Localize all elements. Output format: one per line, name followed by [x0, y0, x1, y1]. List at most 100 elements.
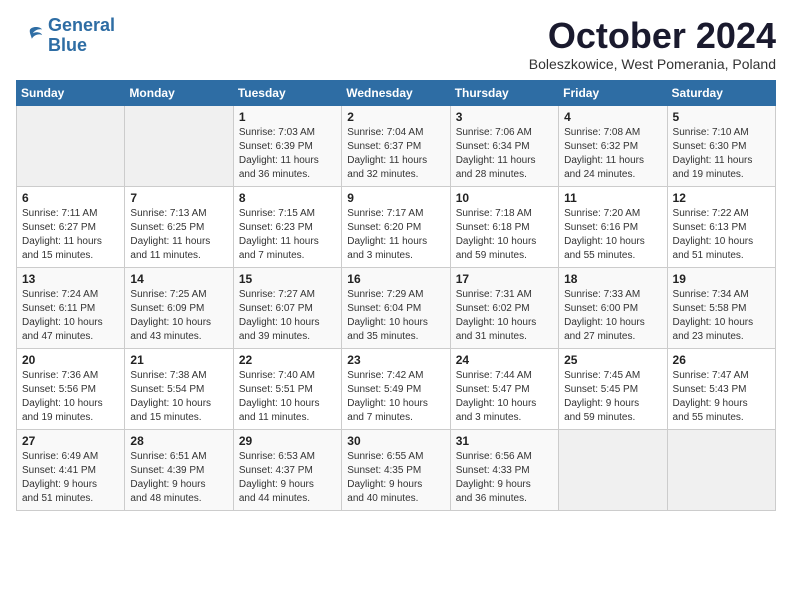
day-number: 17	[456, 272, 553, 286]
day-number: 9	[347, 191, 444, 205]
week-row-3: 13 Sunrise: 7:24 AM Sunset: 6:11 PM Dayli…	[17, 267, 776, 348]
day-number: 22	[239, 353, 336, 367]
day-number: 14	[130, 272, 227, 286]
cell-week2-day0: 6 Sunrise: 7:11 AM Sunset: 6:27 PM Daylig…	[17, 186, 125, 267]
day-number: 21	[130, 353, 227, 367]
cell-week3-day5: 18 Sunrise: 7:33 AM Sunset: 6:00 PM Dayli…	[559, 267, 667, 348]
day-number: 4	[564, 110, 661, 124]
day-number: 15	[239, 272, 336, 286]
week-row-1: 1 Sunrise: 7:03 AM Sunset: 6:39 PM Daylig…	[17, 105, 776, 186]
day-number: 13	[22, 272, 119, 286]
day-number: 23	[347, 353, 444, 367]
cell-content: Sunrise: 7:44 AM Sunset: 5:47 PM Dayligh…	[456, 369, 553, 425]
cell-week3-day3: 16Sunrise: 7:29 AM Sunset: 6:04 PM Dayli…	[342, 267, 450, 348]
cell-content: Sunrise: 7:36 AM Sunset: 5:56 PM Dayligh…	[22, 369, 119, 425]
cell-week5-day3: 30 Sunrise: 6:55 AM Sunset: 4:35 PM Dayli…	[342, 429, 450, 510]
cell-week1-day6: 5 Sunrise: 7:10 AM Sunset: 6:30 PM Daylig…	[667, 105, 775, 186]
day-number: 26	[673, 353, 770, 367]
cell-content: Sunrise: 7:40 AM Sunset: 5:51 PM Dayligh…	[239, 369, 336, 425]
day-number: 11	[564, 191, 661, 205]
calendar-table: Sunday Monday Tuesday Wednesday Thursday…	[16, 80, 776, 511]
logo: General Blue	[16, 16, 115, 56]
cell-content: Sunrise: 7:13 AM Sunset: 6:25 PM Dayligh…	[130, 207, 227, 263]
day-number: 24	[456, 353, 553, 367]
cell-content: Sunrise: 7:34 AM Sunset: 5:58 PM Dayligh…	[673, 288, 770, 344]
cell-content: Sunrise: 7:24 AM Sunset: 6:11 PM Dayligh…	[22, 288, 119, 344]
cell-week5-day4: 31 Sunrise: 6:56 AM Sunset: 4:33 PM Dayli…	[450, 429, 558, 510]
cell-week2-day2: 8 Sunrise: 7:15 AM Sunset: 6:23 PM Daylig…	[233, 186, 341, 267]
cell-content: Sunrise: 7:04 AM Sunset: 6:37 PM Dayligh…	[347, 126, 444, 182]
cell-content: Sunrise: 7:06 AM Sunset: 6:34 PM Dayligh…	[456, 126, 553, 182]
day-number: 7	[130, 191, 227, 205]
cell-content: Sunrise: 7:11 AM Sunset: 6:27 PM Dayligh…	[22, 207, 119, 263]
cell-week5-day2: 29 Sunrise: 6:53 AM Sunset: 4:37 PM Dayli…	[233, 429, 341, 510]
day-number: 20	[22, 353, 119, 367]
day-number: 25	[564, 353, 661, 367]
cell-content: Sunrise: 7:20 AM Sunset: 6:16 PM Dayligh…	[564, 207, 661, 263]
day-number: 12	[673, 191, 770, 205]
cell-week1-day3: 2 Sunrise: 7:04 AM Sunset: 6:37 PM Daylig…	[342, 105, 450, 186]
cell-content: Sunrise: 7:22 AM Sunset: 6:13 PM Dayligh…	[673, 207, 770, 263]
logo-bird-icon	[16, 22, 44, 50]
cell-week2-day1: 7 Sunrise: 7:13 AM Sunset: 6:25 PM Daylig…	[125, 186, 233, 267]
cell-week5-day5	[559, 429, 667, 510]
cell-content: Sunrise: 7:15 AM Sunset: 6:23 PM Dayligh…	[239, 207, 336, 263]
day-number: 27	[22, 434, 119, 448]
cell-week4-day1: 21 Sunrise: 7:38 AM Sunset: 5:54 PM Dayli…	[125, 348, 233, 429]
day-number: 5	[673, 110, 770, 124]
day-number: 28	[130, 434, 227, 448]
cell-week4-day6: 26 Sunrise: 7:47 AM Sunset: 5:43 PM Dayli…	[667, 348, 775, 429]
col-saturday: Saturday	[667, 80, 775, 105]
cell-content: Sunrise: 7:18 AM Sunset: 6:18 PM Dayligh…	[456, 207, 553, 263]
cell-week3-day2: 15Sunrise: 7:27 AM Sunset: 6:07 PM Dayli…	[233, 267, 341, 348]
cell-week1-day4: 3Sunrise: 7:06 AM Sunset: 6:34 PM Daylig…	[450, 105, 558, 186]
day-number: 29	[239, 434, 336, 448]
col-tuesday: Tuesday	[233, 80, 341, 105]
week-row-5: 27 Sunrise: 6:49 AM Sunset: 4:41 PM Dayli…	[17, 429, 776, 510]
day-number: 8	[239, 191, 336, 205]
cell-content: Sunrise: 7:03 AM Sunset: 6:39 PM Dayligh…	[239, 126, 336, 182]
logo-line2: Blue	[48, 35, 87, 55]
month-title: October 2024	[529, 16, 776, 56]
day-number: 30	[347, 434, 444, 448]
cell-week1-day1	[125, 105, 233, 186]
week-row-2: 6 Sunrise: 7:11 AM Sunset: 6:27 PM Daylig…	[17, 186, 776, 267]
cell-content: Sunrise: 6:53 AM Sunset: 4:37 PM Dayligh…	[239, 450, 336, 506]
cell-content: Sunrise: 6:51 AM Sunset: 4:39 PM Dayligh…	[130, 450, 227, 506]
cell-content: Sunrise: 7:47 AM Sunset: 5:43 PM Dayligh…	[673, 369, 770, 425]
title-block: October 2024 Boleszkowice, West Pomerani…	[529, 16, 776, 72]
cell-week2-day4: 10 Sunrise: 7:18 AM Sunset: 6:18 PM Dayli…	[450, 186, 558, 267]
cell-content: Sunrise: 7:17 AM Sunset: 6:20 PM Dayligh…	[347, 207, 444, 263]
day-number: 6	[22, 191, 119, 205]
cell-content: Sunrise: 7:33 AM Sunset: 6:00 PM Dayligh…	[564, 288, 661, 344]
cell-week3-day0: 13 Sunrise: 7:24 AM Sunset: 6:11 PM Dayli…	[17, 267, 125, 348]
page-header: General Blue October 2024 Boleszkowice, …	[16, 16, 776, 72]
cell-week3-day6: 19Sunrise: 7:34 AM Sunset: 5:58 PM Dayli…	[667, 267, 775, 348]
header-row: Sunday Monday Tuesday Wednesday Thursday…	[17, 80, 776, 105]
cell-content: Sunrise: 7:25 AM Sunset: 6:09 PM Dayligh…	[130, 288, 227, 344]
cell-week3-day1: 14 Sunrise: 7:25 AM Sunset: 6:09 PM Dayli…	[125, 267, 233, 348]
cell-week4-day4: 24 Sunrise: 7:44 AM Sunset: 5:47 PM Dayli…	[450, 348, 558, 429]
day-number: 31	[456, 434, 553, 448]
cell-week4-day0: 20 Sunrise: 7:36 AM Sunset: 5:56 PM Dayli…	[17, 348, 125, 429]
day-number: 2	[347, 110, 444, 124]
cell-content: Sunrise: 7:10 AM Sunset: 6:30 PM Dayligh…	[673, 126, 770, 182]
cell-content: Sunrise: 6:49 AM Sunset: 4:41 PM Dayligh…	[22, 450, 119, 506]
cell-week1-day5: 4Sunrise: 7:08 AM Sunset: 6:32 PM Daylig…	[559, 105, 667, 186]
cell-content: Sunrise: 7:45 AM Sunset: 5:45 PM Dayligh…	[564, 369, 661, 425]
cell-content: Sunrise: 6:56 AM Sunset: 4:33 PM Dayligh…	[456, 450, 553, 506]
day-number: 1	[239, 110, 336, 124]
cell-content: Sunrise: 7:29 AM Sunset: 6:04 PM Dayligh…	[347, 288, 444, 344]
col-monday: Monday	[125, 80, 233, 105]
cell-week1-day0	[17, 105, 125, 186]
cell-week4-day5: 25 Sunrise: 7:45 AM Sunset: 5:45 PM Dayli…	[559, 348, 667, 429]
cell-content: Sunrise: 6:55 AM Sunset: 4:35 PM Dayligh…	[347, 450, 444, 506]
col-wednesday: Wednesday	[342, 80, 450, 105]
cell-week2-day3: 9 Sunrise: 7:17 AM Sunset: 6:20 PM Daylig…	[342, 186, 450, 267]
day-number: 18	[564, 272, 661, 286]
cell-week2-day6: 12 Sunrise: 7:22 AM Sunset: 6:13 PM Dayli…	[667, 186, 775, 267]
day-number: 10	[456, 191, 553, 205]
cell-content: Sunrise: 7:38 AM Sunset: 5:54 PM Dayligh…	[130, 369, 227, 425]
cell-week4-day2: 22 Sunrise: 7:40 AM Sunset: 5:51 PM Dayli…	[233, 348, 341, 429]
cell-week2-day5: 11 Sunrise: 7:20 AM Sunset: 6:16 PM Dayli…	[559, 186, 667, 267]
